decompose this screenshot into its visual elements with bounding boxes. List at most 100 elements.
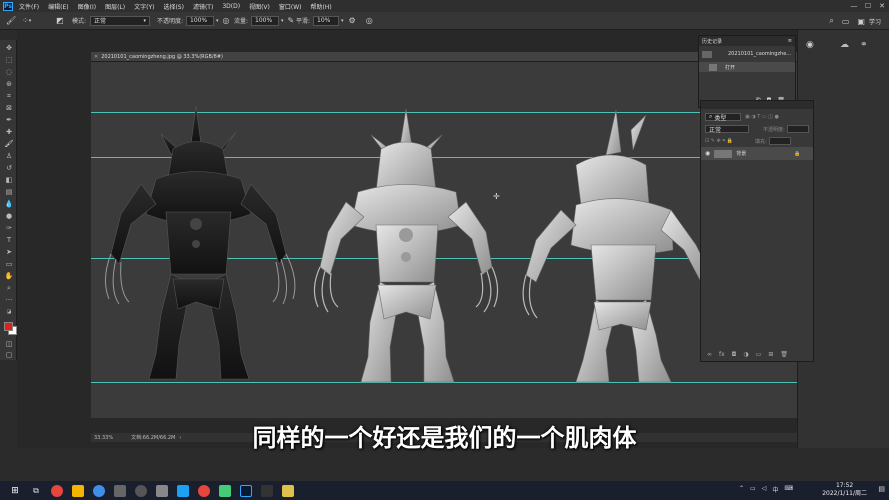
chrome-icon[interactable] [51, 484, 63, 497]
chevron-down-icon[interactable]: ▾ [29, 18, 32, 24]
menu-3d[interactable]: 3D(D) [222, 3, 240, 10]
history-snapshot[interactable]: 20210101_caomingzhe... [699, 48, 795, 60]
eyedropper-tool-icon[interactable]: ✒ [4, 116, 14, 124]
mode-select[interactable]: 正常 ▾ [90, 15, 151, 26]
gradient-tool-icon[interactable]: ▤ [4, 188, 14, 196]
network-icon[interactable]: ▭ [750, 485, 756, 494]
menu-layer[interactable]: 图层(L) [105, 2, 125, 11]
link-layers-icon[interactable]: ∞ [707, 351, 712, 358]
new-group-icon[interactable]: ▭ [756, 351, 762, 358]
windows-start-icon[interactable]: ⊞ [9, 485, 21, 497]
minimize-icon[interactable]: — [847, 0, 861, 12]
notification-icon[interactable]: ▤ [878, 485, 885, 493]
brush-preset-icon[interactable]: ⁘ [22, 16, 29, 25]
color-panel-icon[interactable]: ◉ [806, 40, 814, 50]
close-icon[interactable]: ✕ [94, 54, 98, 60]
cloud-icon[interactable]: ☁ [840, 40, 849, 50]
clock[interactable]: 17:52 2022/1/11/周二 [822, 482, 867, 498]
history-step[interactable]: 打开 [699, 62, 795, 72]
search-icon[interactable]: ⌕ [829, 16, 833, 26]
chevron-down-icon[interactable]: ▾ [341, 18, 344, 24]
blend-mode-select[interactable]: 正常 [705, 125, 749, 134]
brush-tool-icon[interactable]: 🖌 [4, 140, 14, 148]
layer-opacity-input[interactable] [786, 125, 809, 133]
eraser-tool-icon[interactable]: ◧ [4, 176, 14, 184]
panel-menu-icon[interactable]: ≡ [788, 38, 792, 44]
move-tool-icon[interactable]: ✥ [4, 44, 14, 52]
photoshop-taskbar-icon[interactable] [240, 484, 252, 497]
app-icon[interactable] [219, 484, 231, 497]
layer-mask-icon[interactable]: ◘ [732, 351, 737, 358]
dodge-tool-icon[interactable]: ● [4, 212, 14, 220]
file-explorer-icon[interactable] [72, 484, 84, 497]
history-brush-tool-icon[interactable]: ↺ [4, 164, 14, 172]
maximize-icon[interactable]: ☐ [861, 0, 875, 12]
menu-view[interactable]: 视图(V) [249, 2, 270, 11]
more-tools-icon[interactable]: ··· [4, 296, 14, 304]
frame-tool-icon[interactable]: ⊠ [4, 104, 14, 112]
adjust-icon[interactable]: ⚭ [860, 40, 868, 50]
task-view-icon[interactable]: ⧉ [30, 485, 42, 497]
chevron-up-icon[interactable]: ⌃ [739, 485, 744, 494]
app-icon[interactable] [114, 484, 126, 497]
chevron-down-icon[interactable]: ▾ [216, 18, 219, 24]
adjustment-layer-icon[interactable]: ◑ [743, 351, 748, 358]
zoom-tool-icon[interactable]: ⌕ [4, 284, 14, 292]
app-icon[interactable] [156, 484, 168, 497]
smooth-input[interactable]: 10% [313, 15, 340, 26]
brush-settings-icon[interactable]: ◩ [56, 16, 64, 25]
flow-input[interactable]: 100% [251, 15, 280, 26]
gear-icon[interactable]: ⚙ [349, 16, 356, 25]
quick-mask-icon[interactable]: ◫ [4, 340, 14, 348]
close-icon[interactable]: ✕ [875, 0, 889, 12]
chrome-icon[interactable] [198, 484, 210, 497]
pen-tool-icon[interactable]: ✑ [4, 224, 14, 232]
brush-tool-icon[interactable]: 🖌 [6, 16, 16, 25]
marquee-tool-icon[interactable]: ⬚ [4, 56, 14, 64]
foreground-color-swatch[interactable] [4, 322, 13, 331]
layer-style-icon[interactable]: fx [719, 351, 725, 358]
default-colors-icon[interactable]: ◪ [4, 308, 14, 316]
app-icon[interactable] [282, 484, 294, 497]
learn-label[interactable]: 学习 [869, 17, 881, 26]
path-select-tool-icon[interactable]: ➤ [4, 248, 14, 256]
menu-file[interactable]: 文件(F) [19, 2, 39, 11]
pressure-size-icon[interactable]: ◎ [366, 16, 373, 25]
crop-tool-icon[interactable]: ⌗ [4, 92, 14, 100]
ime-indicator[interactable]: 中 [772, 485, 778, 494]
layer-fill-input[interactable] [768, 137, 791, 145]
airbrush-icon[interactable]: ✎ [288, 16, 295, 25]
layer-row-background[interactable]: ◉ 背景 🔒 [701, 147, 813, 160]
app-icon[interactable] [177, 484, 189, 497]
app-icon[interactable] [135, 484, 147, 497]
blur-tool-icon[interactable]: 💧 [4, 200, 14, 208]
trash-icon[interactable]: 🗑 [780, 351, 788, 358]
app-icon[interactable] [93, 484, 105, 497]
chevron-down-icon[interactable]: ▾ [281, 18, 284, 24]
menu-filter[interactable]: 滤镜(T) [193, 2, 213, 11]
keyboard-icon[interactable]: ⌨ [784, 485, 793, 494]
menu-image[interactable]: 图像(I) [78, 2, 96, 11]
menu-help[interactable]: 帮助(H) [311, 2, 332, 11]
workspace-icon[interactable]: ▭ [842, 17, 850, 26]
quick-select-tool-icon[interactable]: ⊛ [4, 80, 14, 88]
hand-tool-icon[interactable]: ✋ [4, 272, 14, 280]
pressure-opacity-icon[interactable]: ◎ [223, 16, 230, 25]
healing-brush-tool-icon[interactable]: ✚ [4, 128, 14, 136]
new-layer-icon[interactable]: ⊞ [768, 351, 773, 358]
opacity-input[interactable]: 100% [186, 15, 215, 26]
type-tool-icon[interactable]: T [4, 236, 14, 244]
qq-icon[interactable] [261, 484, 273, 497]
eye-icon[interactable]: ◉ [705, 150, 710, 157]
clone-stamp-tool-icon[interactable]: ♙ [4, 152, 14, 160]
menu-type[interactable]: 文字(Y) [134, 2, 154, 11]
lasso-tool-icon[interactable]: ◌ [4, 68, 14, 76]
menu-edit[interactable]: 编辑(E) [48, 2, 68, 11]
layer-filter-select[interactable]: ⌕ 类型 [705, 113, 741, 122]
history-tab[interactable]: 历史记录 [702, 38, 722, 45]
learn-icon[interactable]: ▣ [857, 17, 865, 26]
screen-mode-icon[interactable]: ▢ [4, 351, 14, 359]
menu-window[interactable]: 窗口(W) [279, 2, 302, 11]
menu-select[interactable]: 选择(S) [163, 2, 184, 11]
rectangle-tool-icon[interactable]: ▭ [4, 260, 14, 268]
